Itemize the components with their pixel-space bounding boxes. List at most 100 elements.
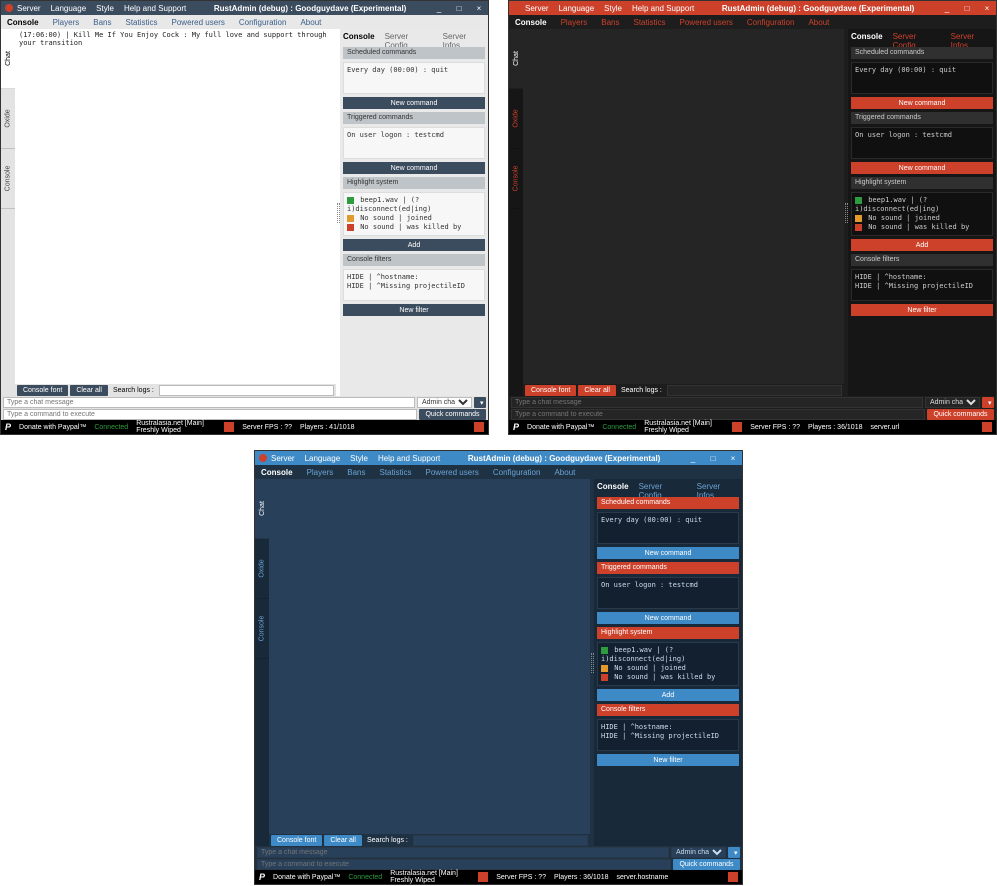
cf-action-button[interactable]: New filter: [343, 304, 485, 316]
sched-action-button[interactable]: New command: [343, 97, 485, 109]
highlight-row[interactable]: beep1.wav | (?i)disconnect(ed|ing): [347, 196, 481, 214]
hl-body[interactable]: beep1.wav | (?i)disconnect(ed|ing) No so…: [851, 192, 993, 236]
titlebar-menu-item[interactable]: Style: [604, 4, 622, 13]
side-tab[interactable]: Oxide: [509, 89, 523, 149]
chat-input[interactable]: [257, 847, 669, 858]
quick-commands-button[interactable]: Quick commands: [673, 859, 740, 870]
status-indicator-icon[interactable]: [224, 422, 234, 432]
nav-tab[interactable]: About: [808, 18, 829, 27]
side-tab[interactable]: Console: [1, 149, 15, 209]
clear-all-button[interactable]: Clear all: [324, 835, 362, 846]
chat-target-select[interactable]: Admin chat: [671, 847, 726, 858]
nav-tab[interactable]: Powered users: [172, 18, 225, 27]
chat-target-select[interactable]: Admin chat: [925, 397, 980, 408]
sched-action-button[interactable]: New command: [851, 97, 993, 109]
titlebar-menu-item[interactable]: Help and Support: [378, 454, 440, 463]
nav-tab[interactable]: Statistics: [379, 468, 411, 477]
side-tab[interactable]: Console: [509, 149, 523, 209]
hl-action-button[interactable]: Add: [597, 689, 739, 701]
titlebar-menu-item[interactable]: Style: [350, 454, 368, 463]
titlebar-menu-item[interactable]: Server: [17, 4, 41, 13]
hl-action-button[interactable]: Add: [343, 239, 485, 251]
right-panel-tab[interactable]: Server Config: [893, 32, 941, 44]
chat-input[interactable]: [511, 397, 923, 408]
nav-tab[interactable]: About: [300, 18, 321, 27]
clear-all-button[interactable]: Clear all: [70, 385, 108, 396]
side-tab[interactable]: Chat: [509, 29, 523, 89]
quick-commands-button[interactable]: Quick commands: [927, 409, 994, 420]
close-button[interactable]: ×: [728, 454, 738, 463]
titlebar-menu-item[interactable]: Server: [271, 454, 295, 463]
titlebar-menu-item[interactable]: Language: [559, 4, 595, 13]
right-panel-tab[interactable]: Server Config: [639, 482, 687, 494]
nav-tab[interactable]: Bans: [601, 18, 619, 27]
command-input[interactable]: [3, 409, 417, 420]
titlebar-menu-item[interactable]: Language: [51, 4, 87, 13]
right-panel-tab[interactable]: Console: [597, 482, 629, 494]
sched-body[interactable]: Every day (00:00) : quit: [851, 62, 993, 94]
nav-tab[interactable]: Configuration: [747, 18, 795, 27]
sched-action-button[interactable]: New command: [597, 547, 739, 559]
clear-all-button[interactable]: Clear all: [578, 385, 616, 396]
side-tab[interactable]: Oxide: [255, 539, 269, 599]
search-logs-input[interactable]: [159, 385, 334, 396]
nav-tab[interactable]: Console: [261, 468, 293, 477]
right-panel-tab[interactable]: Server Infos: [443, 32, 485, 44]
command-input[interactable]: [511, 409, 925, 420]
cf-action-button[interactable]: New filter: [851, 304, 993, 316]
donate-link[interactable]: Donate with Paypal™: [19, 424, 86, 431]
status-indicator-icon[interactable]: [478, 872, 488, 882]
sched-body[interactable]: Every day (00:00) : quit: [597, 512, 739, 544]
maximize-button[interactable]: □: [708, 454, 718, 463]
trig-action-button[interactable]: New command: [343, 162, 485, 174]
nav-tab[interactable]: Players: [307, 468, 334, 477]
trig-action-button[interactable]: New command: [851, 162, 993, 174]
trig-body[interactable]: On user logon : testcmd: [597, 577, 739, 609]
cf-body[interactable]: HIDE | ^hostname: HIDE | ^Missing projec…: [343, 269, 485, 301]
nav-tab[interactable]: Powered users: [680, 18, 733, 27]
side-tab[interactable]: Oxide: [1, 89, 15, 149]
cf-body[interactable]: HIDE | ^hostname: HIDE | ^Missing projec…: [597, 719, 739, 751]
console-font-button[interactable]: Console font: [271, 835, 322, 846]
console-output[interactable]: [269, 479, 590, 834]
cf-action-button[interactable]: New filter: [597, 754, 739, 766]
console-output[interactable]: (17:06:00) | Kill Me If You Enjoy Cock :…: [15, 29, 336, 384]
side-tab[interactable]: Chat: [1, 29, 15, 89]
nav-tab[interactable]: Players: [53, 18, 80, 27]
highlight-row[interactable]: beep1.wav | (?i)disconnect(ed|ing): [601, 646, 735, 664]
nav-tab[interactable]: Statistics: [125, 18, 157, 27]
highlight-row[interactable]: No sound | joined: [601, 664, 735, 673]
minimize-button[interactable]: _: [688, 454, 698, 463]
highlight-row[interactable]: No sound | was killed by: [855, 223, 989, 232]
chat-dropdown-button[interactable]: ▾: [728, 847, 740, 858]
donate-link[interactable]: Donate with Paypal™: [273, 874, 340, 881]
status-indicator-icon[interactable]: [474, 422, 484, 432]
nav-tab[interactable]: Players: [561, 18, 588, 27]
command-input[interactable]: [257, 859, 671, 870]
nav-tab[interactable]: About: [554, 468, 575, 477]
minimize-button[interactable]: _: [434, 4, 444, 13]
close-button[interactable]: ×: [982, 4, 992, 13]
trig-body[interactable]: On user logon : testcmd: [851, 127, 993, 159]
right-panel-tab[interactable]: Server Config: [385, 32, 433, 44]
side-tab[interactable]: Console: [255, 599, 269, 659]
titlebar-menu-item[interactable]: Help and Support: [124, 4, 186, 13]
titlebar-menu-item[interactable]: Language: [305, 454, 341, 463]
chat-dropdown-button[interactable]: ▾: [474, 397, 486, 408]
chat-input[interactable]: [3, 397, 415, 408]
close-button[interactable]: ×: [474, 4, 484, 13]
highlight-row[interactable]: No sound | joined: [855, 214, 989, 223]
console-output[interactable]: [523, 29, 844, 384]
right-panel-tab[interactable]: Console: [851, 32, 883, 44]
status-indicator-icon[interactable]: [982, 422, 992, 432]
nav-tab[interactable]: Bans: [93, 18, 111, 27]
nav-tab[interactable]: Statistics: [633, 18, 665, 27]
console-font-button[interactable]: Console font: [17, 385, 68, 396]
sched-body[interactable]: Every day (00:00) : quit: [343, 62, 485, 94]
status-indicator-icon[interactable]: [732, 422, 742, 432]
titlebar-menu-item[interactable]: Server: [525, 4, 549, 13]
titlebar-menu-item[interactable]: Help and Support: [632, 4, 694, 13]
highlight-row[interactable]: No sound | was killed by: [601, 673, 735, 682]
trig-body[interactable]: On user logon : testcmd: [343, 127, 485, 159]
titlebar-menu-item[interactable]: Style: [96, 4, 114, 13]
